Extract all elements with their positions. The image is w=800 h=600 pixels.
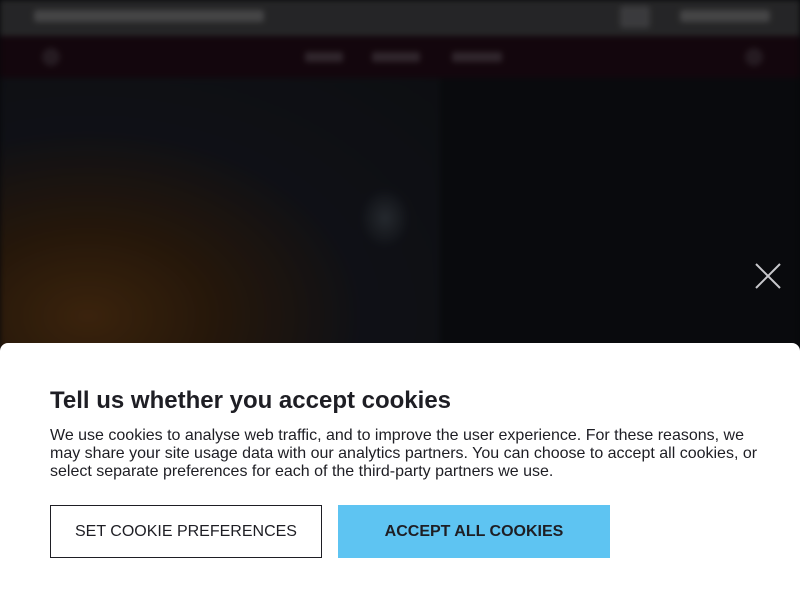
close-button[interactable] [752, 260, 784, 292]
page: Tell us whether you accept cookies We us… [0, 0, 800, 600]
accept-all-cookies-button[interactable]: ACCEPT ALL COOKIES [338, 505, 610, 558]
cookie-banner-description: We use cookies to analyse web traffic, a… [50, 427, 758, 480]
set-cookie-preferences-button[interactable]: SET COOKIE PREFERENCES [50, 505, 322, 558]
cookie-banner-title: Tell us whether you accept cookies [50, 387, 452, 414]
close-icon [755, 263, 781, 289]
cookie-banner: Tell us whether you accept cookies We us… [0, 343, 800, 600]
